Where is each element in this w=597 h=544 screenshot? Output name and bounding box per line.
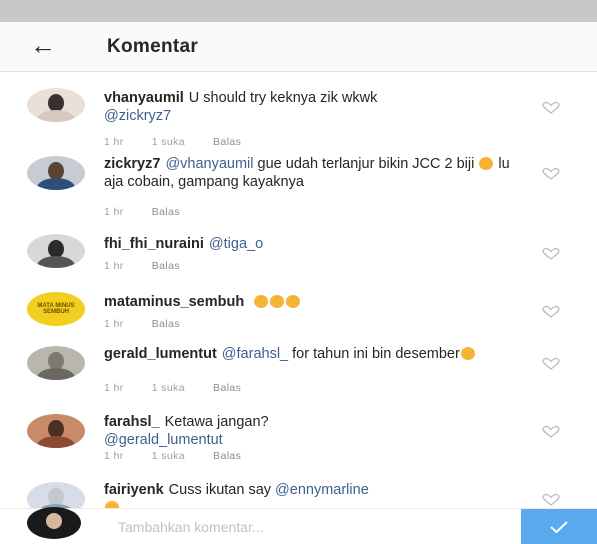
comment-time: 1 hr — [104, 260, 124, 272]
heart-icon[interactable] — [542, 102, 560, 114]
comment-text: gue udah terlanjur bikin JCC 2 biji — [257, 156, 475, 172]
reply-button[interactable]: Balas — [213, 382, 241, 394]
heart-icon[interactable] — [542, 494, 560, 506]
comment-text: for tahun ini bin desember — [292, 346, 460, 362]
emoji-icon — [254, 295, 269, 308]
header: ← Komentar — [0, 22, 597, 72]
avatar[interactable] — [27, 234, 85, 268]
comment-time: 1 hr — [104, 136, 124, 148]
reply-button[interactable]: Balas — [152, 318, 180, 330]
avatar[interactable] — [27, 414, 85, 448]
heart-icon[interactable] — [542, 426, 560, 438]
comment-mention[interactable]: @vhanyaumil — [165, 156, 253, 172]
avatar[interactable] — [27, 156, 85, 190]
comment-time: 1 hr — [104, 206, 124, 218]
comment-username[interactable]: mataminus_sembuh — [104, 294, 244, 310]
comment-text: Cuss ikutan say — [168, 482, 272, 498]
comment-meta: 1 hr 1 suka Balas — [104, 450, 269, 462]
comment-text: U should try keknya zik wkwk — [188, 90, 378, 106]
emoji-icon — [270, 295, 285, 308]
page-title: Komentar — [107, 36, 199, 57]
my-avatar — [27, 507, 81, 539]
comment-username[interactable]: fhi_fhi_nuraini — [104, 236, 204, 252]
avatar[interactable] — [27, 346, 85, 380]
heart-icon[interactable] — [542, 248, 560, 260]
comment-mention[interactable]: @gerald_lumentut — [104, 432, 223, 448]
comment-likes[interactable]: 1 suka — [152, 382, 185, 394]
heart-icon[interactable] — [542, 168, 560, 180]
comment-mention[interactable]: @zickryz7 — [104, 108, 171, 124]
comment-meta: 1 hr Balas — [104, 206, 208, 218]
avatar[interactable] — [27, 88, 85, 122]
comment-meta: 1 hr Balas — [104, 260, 208, 272]
comment-text: Ketawa jangan? — [164, 414, 269, 430]
comment-username[interactable]: gerald_lumentut — [104, 346, 217, 362]
comment-time: 1 hr — [104, 318, 124, 330]
emoji-icon — [286, 295, 301, 308]
comment-username[interactable]: vhanyaumil — [104, 90, 184, 106]
status-bar — [0, 0, 597, 22]
emoji-icon — [460, 347, 475, 360]
comment-time: 1 hr — [104, 450, 124, 462]
send-button[interactable] — [521, 509, 597, 544]
comment-likes[interactable]: 1 suka — [152, 450, 185, 462]
comment-username[interactable]: zickryz7 — [104, 156, 160, 172]
comment-username[interactable]: fairiyenk — [104, 482, 164, 498]
checkmark-icon — [550, 521, 568, 534]
comment-meta: 1 hr 1 suka Balas — [104, 382, 269, 394]
reply-button[interactable]: Balas — [213, 450, 241, 462]
arrow-left-icon[interactable]: ← — [30, 30, 56, 60]
comment-meta: 1 hr 1 suka Balas — [104, 136, 269, 148]
comment-username[interactable]: farahsl_ — [104, 414, 160, 430]
comment-likes[interactable]: 1 suka — [152, 136, 185, 148]
emoji-icon — [479, 157, 494, 170]
comment-mention[interactable]: @tiga_o — [209, 236, 263, 252]
reply-button[interactable]: Balas — [152, 206, 180, 218]
reply-button[interactable]: Balas — [213, 136, 241, 148]
heart-icon[interactable] — [542, 358, 560, 370]
comment-list[interactable]: vhanyaumil U should try keknya zik wkwk @… — [0, 72, 597, 512]
heart-icon[interactable] — [542, 306, 560, 318]
comment-input[interactable] — [118, 517, 498, 537]
comment-mention[interactable]: @farahsl_ — [222, 346, 288, 362]
comment-time: 1 hr — [104, 382, 124, 394]
reply-button[interactable]: Balas — [152, 260, 180, 272]
avatar-badge-text: MATA MINUS SEMBUH — [37, 303, 75, 315]
comment-meta: 1 hr Balas — [104, 318, 208, 330]
comment-mention[interactable]: @ennymarline — [275, 482, 369, 498]
avatar[interactable]: MATA MINUS SEMBUH — [27, 292, 85, 326]
comment-composer — [0, 507, 597, 544]
